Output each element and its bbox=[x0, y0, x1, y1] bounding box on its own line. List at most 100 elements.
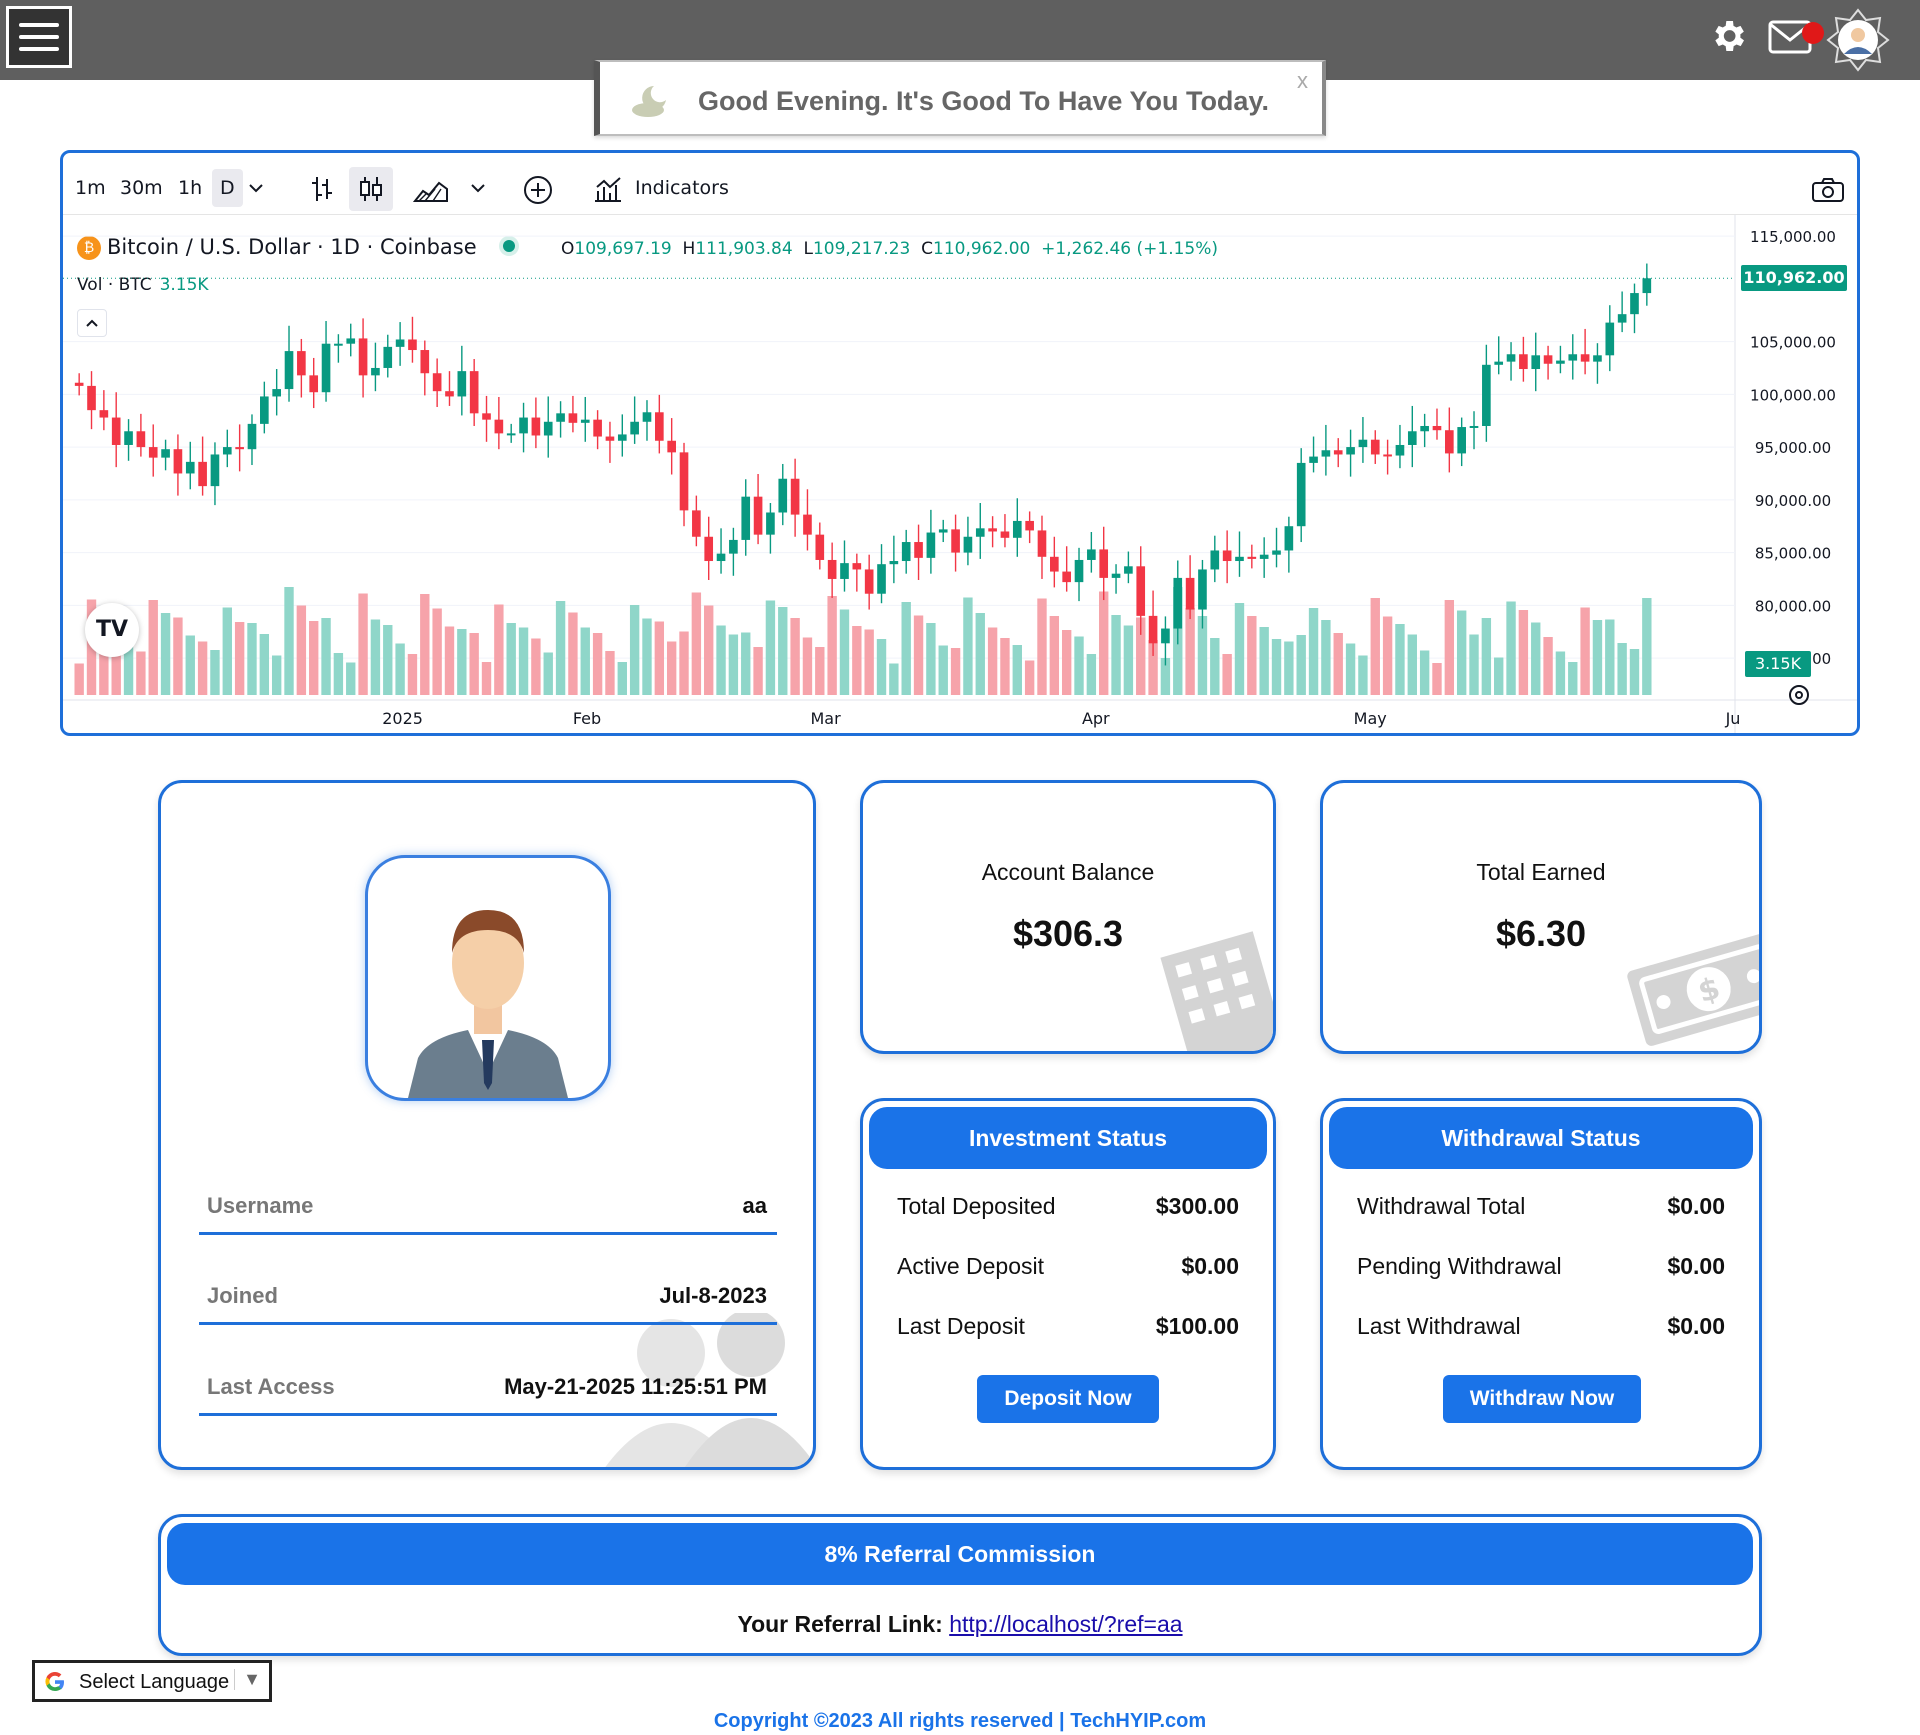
x-tick-label: Feb bbox=[573, 709, 601, 728]
volume-bar bbox=[506, 623, 516, 695]
select-language-dropdown[interactable]: Select Language ▼ bbox=[32, 1660, 272, 1702]
candle-body bbox=[1605, 322, 1615, 356]
price-chart[interactable]: 115,000.00 105,000.00 100,000.00 95,000.00 9… bbox=[63, 215, 1857, 735]
profile-row-joined: Joined Jul-8-2023 bbox=[199, 1283, 777, 1325]
volume-bar bbox=[444, 626, 455, 695]
businessman-avatar-icon bbox=[408, 910, 568, 1098]
volume-bar bbox=[691, 592, 702, 695]
candle-body bbox=[1432, 425, 1442, 431]
envelope-icon[interactable] bbox=[1768, 16, 1824, 56]
volume-bar bbox=[481, 662, 492, 695]
profile-value: aa bbox=[742, 1193, 767, 1218]
candle-body bbox=[803, 514, 812, 535]
volume-bar bbox=[395, 643, 405, 695]
candle-body bbox=[1593, 355, 1602, 362]
timeframe-d[interactable]: D bbox=[212, 169, 243, 207]
investment-value: $100.00 bbox=[1155, 1313, 1239, 1339]
candle-body bbox=[704, 536, 714, 562]
candle-body bbox=[74, 382, 84, 386]
candle-body bbox=[1420, 425, 1429, 432]
volume-bar bbox=[1284, 641, 1294, 695]
volume-bar bbox=[494, 604, 504, 695]
candle-body bbox=[1062, 571, 1071, 583]
candle-body bbox=[1457, 427, 1466, 454]
volume-bar bbox=[1531, 622, 1541, 695]
withdrawal-row: Withdrawal Total $0.00 bbox=[1357, 1193, 1725, 1220]
candle-body bbox=[963, 536, 973, 553]
referral-title: 8% Referral Commission bbox=[167, 1523, 1753, 1585]
volume-bar bbox=[148, 600, 158, 695]
volume-bar bbox=[1099, 591, 1109, 695]
candle-body bbox=[247, 423, 257, 450]
investment-status-card: Investment Status Total Deposited $300.00… bbox=[860, 1098, 1276, 1470]
candle-body bbox=[593, 419, 602, 437]
referral-link[interactable]: http://localhost/?ref=aa bbox=[949, 1611, 1182, 1637]
candle-body bbox=[111, 417, 121, 445]
volume-bar bbox=[247, 623, 257, 695]
candle-body bbox=[1087, 549, 1096, 560]
candle-body bbox=[235, 447, 244, 450]
chevron-down-icon[interactable] bbox=[471, 183, 485, 193]
deposit-now-button[interactable]: Deposit Now bbox=[977, 1375, 1159, 1423]
collapse-legend-button[interactable] bbox=[77, 309, 107, 337]
chevron-up-icon bbox=[86, 319, 98, 327]
investment-status-title: Investment Status bbox=[869, 1107, 1267, 1169]
candle-body bbox=[1321, 450, 1331, 457]
candle-body bbox=[173, 449, 183, 474]
volume-bar bbox=[1024, 660, 1035, 695]
candle-body bbox=[1000, 531, 1010, 538]
candle-body bbox=[1050, 556, 1059, 572]
y-tick-label: 115,000.00 bbox=[1750, 228, 1836, 246]
candle-body bbox=[1630, 293, 1639, 315]
bar-chart-type-icon[interactable] bbox=[309, 175, 335, 203]
candle-body bbox=[580, 419, 590, 423]
indicators-icon[interactable] bbox=[593, 175, 623, 203]
candle-body bbox=[926, 532, 936, 558]
timeframe-1m[interactable]: 1m bbox=[75, 177, 106, 199]
y-tick-label: 105,000.00 bbox=[1750, 334, 1836, 352]
volume-bar bbox=[592, 633, 603, 695]
hamburger-menu-icon[interactable] bbox=[6, 6, 72, 68]
candle-body bbox=[1580, 354, 1590, 362]
volume-bar bbox=[1247, 616, 1257, 695]
candle-body bbox=[655, 412, 664, 441]
candle-body bbox=[642, 412, 652, 422]
volume-bar bbox=[370, 619, 381, 695]
volume-bar bbox=[963, 597, 973, 695]
greeting-close-button[interactable]: x bbox=[1297, 68, 1308, 94]
profile-value: Jul-8-2023 bbox=[659, 1283, 767, 1308]
select-language-label: Select Language bbox=[79, 1671, 230, 1693]
volume-bar bbox=[827, 596, 837, 695]
timeframe-1h[interactable]: 1h bbox=[178, 177, 202, 199]
tradingview-logo-icon[interactable]: TV bbox=[85, 603, 139, 657]
user-avatar-icon[interactable] bbox=[1826, 8, 1890, 72]
candle-body bbox=[1395, 444, 1405, 456]
chart-settings-icon[interactable] bbox=[1787, 683, 1811, 707]
x-tick-label: Apr bbox=[1082, 709, 1110, 728]
candle-chart-type-button[interactable] bbox=[349, 167, 393, 211]
camera-icon[interactable] bbox=[1811, 177, 1845, 203]
volume-bar bbox=[469, 633, 479, 695]
compare-add-icon[interactable] bbox=[523, 175, 553, 205]
investment-value: $300.00 bbox=[1155, 1193, 1239, 1219]
volume-bar bbox=[222, 607, 232, 695]
volume-bar bbox=[518, 627, 529, 695]
volume-bar bbox=[1345, 643, 1356, 695]
volume-bar bbox=[1617, 643, 1627, 695]
timeframe-30m[interactable]: 30m bbox=[120, 177, 163, 199]
candle-body bbox=[692, 510, 701, 537]
candle-body bbox=[1284, 526, 1294, 551]
volume-bar bbox=[1456, 610, 1467, 695]
candle-body bbox=[346, 338, 356, 344]
gear-icon[interactable] bbox=[1708, 16, 1748, 56]
candle-body bbox=[457, 371, 467, 397]
area-chart-icon[interactable] bbox=[413, 175, 449, 203]
chevron-down-icon[interactable] bbox=[249, 183, 263, 193]
volume-bar bbox=[1185, 608, 1195, 695]
indicators-button[interactable]: Indicators bbox=[635, 177, 729, 199]
withdraw-now-button[interactable]: Withdraw Now bbox=[1443, 1375, 1641, 1423]
volume-bar bbox=[1444, 600, 1455, 695]
volume-bar bbox=[346, 662, 356, 695]
volume-bar bbox=[815, 647, 825, 695]
candle-body bbox=[543, 421, 553, 436]
